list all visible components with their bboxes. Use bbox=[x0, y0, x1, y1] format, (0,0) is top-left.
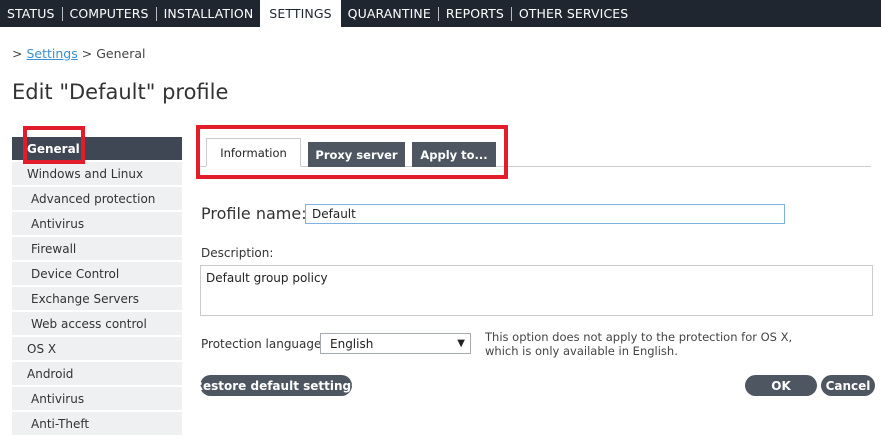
sidebar-item-firewall[interactable]: Firewall bbox=[12, 237, 182, 260]
nav-reports[interactable]: REPORTS bbox=[439, 0, 511, 27]
profile-name-label: Profile name: bbox=[201, 204, 307, 223]
sidebar-item-antivirus[interactable]: Antivirus bbox=[12, 212, 182, 235]
sidebar-item-general[interactable]: General bbox=[12, 137, 182, 160]
sidebar-item-android[interactable]: Android bbox=[12, 362, 182, 385]
nav-computers[interactable]: COMPUTERS bbox=[63, 0, 156, 27]
nav-status[interactable]: STATUS bbox=[0, 0, 62, 27]
nav-installation[interactable]: INSTALLATION bbox=[157, 0, 261, 27]
nav-quarantine[interactable]: QUARANTINE bbox=[341, 0, 438, 27]
nav-other-services[interactable]: OTHER SERVICES bbox=[512, 0, 635, 27]
profile-name-input[interactable] bbox=[305, 204, 785, 224]
sidebar-item-android-antivirus[interactable]: Antivirus bbox=[12, 387, 182, 410]
protection-language-value: English bbox=[330, 336, 374, 351]
tab-proxy-server[interactable]: Proxy server bbox=[308, 142, 405, 167]
sidebar-item-osx[interactable]: OS X bbox=[12, 337, 182, 360]
description-label: Description: bbox=[201, 246, 274, 260]
ok-button[interactable]: OK bbox=[745, 375, 817, 396]
breadcrumb: > Settings > General bbox=[12, 46, 145, 61]
cancel-button[interactable]: Cancel bbox=[821, 375, 875, 396]
protection-language-select[interactable]: English ▼ bbox=[320, 333, 471, 354]
dropdown-arrow-icon: ▼ bbox=[457, 338, 465, 349]
top-navigation: STATUS COMPUTERS INSTALLATION SETTINGS Q… bbox=[0, 0, 881, 27]
sidebar-item-device-control[interactable]: Device Control bbox=[12, 262, 182, 285]
description-textarea[interactable]: Default group policy bbox=[200, 265, 873, 316]
sidebar-item-advanced-protection[interactable]: Advanced protection bbox=[12, 187, 182, 210]
tab-apply-to[interactable]: Apply to... bbox=[412, 142, 496, 167]
language-note: This option does not apply to the protec… bbox=[485, 330, 793, 358]
sidebar-item-web-access-control[interactable]: Web access control bbox=[12, 312, 182, 335]
tab-information[interactable]: Information bbox=[206, 138, 301, 167]
sidebar: General Windows and Linux Advanced prote… bbox=[12, 137, 182, 437]
restore-default-settings-button[interactable]: Restore default settings bbox=[194, 375, 358, 396]
breadcrumb-separator: > bbox=[81, 46, 93, 61]
sidebar-item-exchange-servers[interactable]: Exchange Servers bbox=[12, 287, 182, 310]
breadcrumb-prefix: > bbox=[12, 46, 23, 61]
nav-settings[interactable]: SETTINGS bbox=[260, 0, 341, 27]
breadcrumb-current: General bbox=[96, 46, 146, 61]
protection-language-label: Protection language: bbox=[201, 337, 326, 351]
sidebar-item-anti-theft[interactable]: Anti-Theft bbox=[12, 412, 182, 435]
sidebar-item-windows-linux[interactable]: Windows and Linux bbox=[12, 162, 182, 185]
breadcrumb-settings-link[interactable]: Settings bbox=[26, 46, 77, 61]
page-title: Edit "Default" profile bbox=[12, 80, 229, 104]
